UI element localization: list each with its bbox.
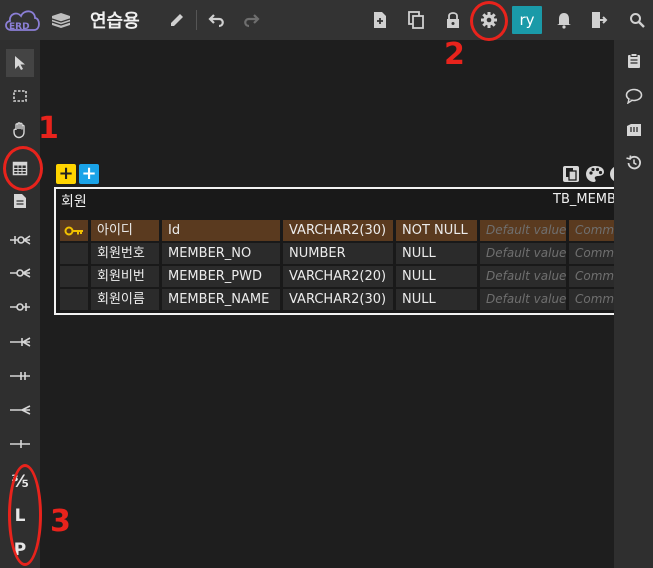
undo-icon[interactable] [206, 0, 228, 40]
toolbar-divider [196, 10, 197, 30]
column-nullable[interactable]: NULL [396, 266, 477, 287]
column-physical-name[interactable]: MEMBER_NAME [162, 289, 280, 310]
column-data-type[interactable]: VARCHAR2(30) [283, 289, 393, 310]
key-cell [60, 243, 88, 264]
relation-many-icon[interactable] [6, 396, 34, 424]
column-physical-name[interactable]: Id [162, 220, 280, 241]
column-data-type[interactable]: NUMBER [283, 243, 393, 264]
palette-icon[interactable] [585, 164, 605, 184]
column-comment[interactable]: Comment [569, 220, 614, 241]
annotation-label-3: 3 [50, 504, 71, 539]
column-nullable[interactable]: NULL [396, 289, 477, 310]
annotation-circle-view-tools [8, 464, 42, 566]
hand-icon[interactable] [6, 116, 34, 144]
clipboard-icon[interactable] [622, 49, 646, 73]
table-header: 회원 TB_MEMBER [56, 189, 614, 211]
column-nullable[interactable]: NULL [396, 243, 477, 264]
table-close-icon[interactable] [608, 164, 614, 184]
column-physical-name[interactable]: MEMBER_NO [162, 243, 280, 264]
table-row[interactable]: 회원이름 MEMBER_NAME VARCHAR2(30) NULL Defau… [60, 289, 614, 310]
key-cell [60, 266, 88, 287]
erd-app: ERD 연습용 ry ⅗ L P + + 회원 TB_MEMB 아이디 Id V… [0, 0, 653, 568]
erd-canvas[interactable]: + + 회원 TB_MEMBER 아이디 Id VARCHAR2(30) NOT [40, 40, 614, 568]
column-logical-name[interactable]: 회원이름 [91, 289, 159, 310]
new-document-icon[interactable] [369, 0, 391, 40]
database-icon[interactable] [622, 118, 646, 142]
column-default-value[interactable]: Default value [480, 266, 566, 287]
table-physical-name[interactable]: TB_MEMBER [553, 192, 614, 207]
table-name[interactable]: 회원 [61, 191, 87, 211]
column-comment[interactable]: Comment [569, 243, 614, 264]
pencil-icon[interactable] [166, 0, 188, 40]
book-icon[interactable] [48, 0, 74, 40]
primary-key-icon [60, 220, 88, 241]
table-copy-icon[interactable] [561, 164, 581, 184]
column-data-type[interactable]: VARCHAR2(20) [283, 266, 393, 287]
column-physical-name[interactable]: MEMBER_PWD [162, 266, 280, 287]
user-avatar[interactable]: ry [512, 6, 542, 34]
column-default-value[interactable]: Default value [480, 220, 566, 241]
relation-zero-one-icon[interactable] [6, 226, 34, 254]
relation-one-icon[interactable] [6, 293, 34, 321]
exit-icon[interactable] [588, 0, 610, 40]
lock-icon[interactable] [442, 0, 464, 40]
erd-table-card[interactable]: 회원 TB_MEMBER 아이디 Id VARCHAR2(30) NOT NUL… [54, 187, 614, 315]
relation-line-icon[interactable] [6, 430, 34, 458]
column-comment[interactable]: Comment [569, 266, 614, 287]
add-column-button[interactable]: + [56, 164, 76, 184]
column-comment[interactable]: Comment [569, 289, 614, 310]
redo-icon[interactable] [240, 0, 262, 40]
column-logical-name[interactable]: 아이디 [91, 220, 159, 241]
key-cell [60, 289, 88, 310]
column-nullable[interactable]: NOT NULL [396, 220, 477, 241]
bell-icon[interactable] [553, 0, 575, 40]
annotation-label-1: 1 [38, 111, 59, 146]
column-logical-name[interactable]: 회원번호 [91, 243, 159, 264]
relation-one-one-icon[interactable] [6, 362, 34, 390]
table-row[interactable]: 회원비번 MEMBER_PWD VARCHAR2(20) NULL Defaul… [60, 266, 614, 287]
copy-icon[interactable] [405, 0, 427, 40]
annotation-circle-table-tool [3, 146, 43, 191]
history-icon[interactable] [622, 151, 646, 175]
select-rect-icon[interactable] [6, 82, 34, 110]
column-logical-name[interactable]: 회원비번 [91, 266, 159, 287]
project-title[interactable]: 연습용 [90, 0, 162, 40]
comment-icon[interactable] [622, 84, 646, 108]
memo-icon[interactable] [6, 187, 34, 215]
table-row[interactable]: 회원번호 MEMBER_NO NUMBER NULL Default value… [60, 243, 614, 264]
right-toolbar [614, 40, 653, 568]
annotation-circle-settings [470, 1, 508, 41]
top-bar: ERD 연습용 ry [0, 0, 653, 40]
table-row[interactable]: 아이디 Id VARCHAR2(30) NOT NULL Default val… [60, 220, 614, 241]
annotation-label-2: 2 [444, 37, 465, 72]
column-default-value[interactable]: Default value [480, 243, 566, 264]
column-default-value[interactable]: Default value [480, 289, 566, 310]
cursor-icon[interactable] [6, 49, 34, 77]
erd-cloud-logo-icon[interactable]: ERD [2, 0, 42, 40]
search-icon[interactable] [626, 0, 648, 40]
relation-one-many-icon[interactable] [6, 328, 34, 356]
logo-text: ERD [9, 22, 30, 32]
add-index-button[interactable]: + [79, 164, 99, 184]
column-data-type[interactable]: VARCHAR2(30) [283, 220, 393, 241]
relation-zero-many-icon[interactable] [6, 259, 34, 287]
